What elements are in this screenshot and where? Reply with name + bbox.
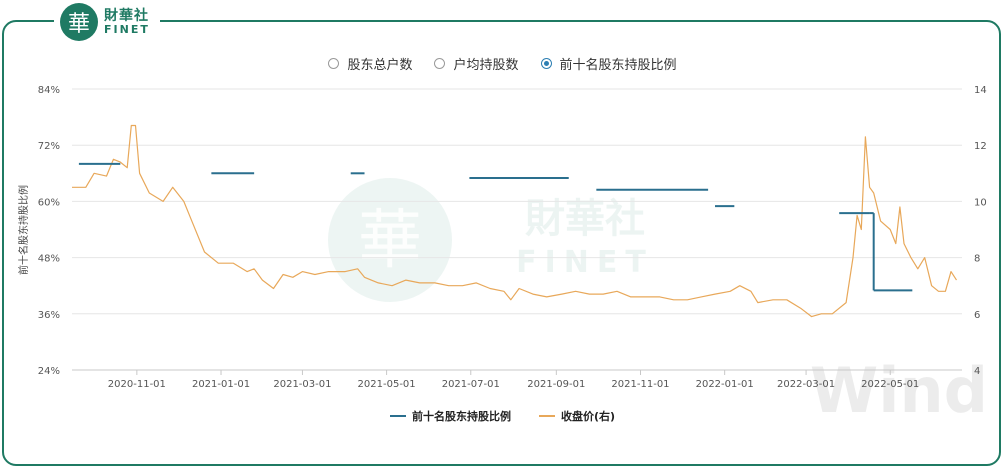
y-left-tick-label: 48%: [38, 254, 60, 265]
legend-label-price: 收盘价(右): [560, 410, 616, 423]
legend-swatch-price: [538, 415, 555, 417]
legend: 前十名股东持股比例 收盘价(右): [0, 408, 1005, 424]
x-tick-label: 2022-03-01: [777, 379, 835, 390]
y-right-tick-label: 8: [974, 254, 980, 265]
legend-label-ratio: 前十名股东持股比例: [411, 410, 511, 423]
x-tick-label: 2021-01-01: [192, 379, 250, 390]
y-left-tick-label: 36%: [38, 310, 60, 321]
axes: 24% 36% 48% 60% 72% 84% 4 6 8 10 12 14 2020-11-01 202…: [17, 85, 987, 390]
y-left-tick-label: 60%: [38, 197, 60, 208]
series-price: [72, 124, 958, 318]
watermark-logo-char: 華: [358, 204, 422, 278]
chart-svg: 華財華社FINETWind 24%36%48%60%72%84%46810121…: [17, 85, 988, 427]
y-left-tick-label: 72%: [38, 141, 60, 152]
y-right-tick-label: 10: [974, 197, 987, 208]
x-tick-label: 2021-09-01: [527, 379, 585, 390]
y-right-tick-label: 6: [974, 310, 980, 321]
gridlines: [72, 88, 962, 371]
y-left-tick-label: 24%: [38, 366, 60, 377]
y-axis-title: 前十名股东持股比例: [17, 185, 30, 275]
x-tick-label: 2020-11-01: [108, 379, 166, 390]
y-left-tick-label: 84%: [38, 85, 60, 96]
legend-item-price[interactable]: 收盘价(右): [538, 408, 616, 424]
price-line: [72, 124, 958, 318]
y-right-tick-label: 12: [974, 141, 987, 152]
series-ratio: [78, 162, 913, 292]
x-tick-label: 2022-05-01: [861, 379, 919, 390]
watermark-name-cn: 財華社: [525, 196, 645, 242]
x-tick-label: 2021-05-01: [358, 379, 416, 390]
legend-swatch-ratio: [389, 415, 406, 417]
x-tick-label: 2021-03-01: [273, 379, 331, 390]
x-tick-label: 2021-11-01: [611, 379, 669, 390]
x-tick-label: 2022-01-01: [696, 379, 754, 390]
legend-item-ratio[interactable]: 前十名股东持股比例: [389, 408, 511, 424]
x-tick-label: 2021-07-01: [442, 379, 500, 390]
y-right-tick-label: 14: [974, 85, 987, 96]
watermark-name-en: FINET: [516, 245, 654, 280]
y-right-tick-label: 4: [974, 366, 980, 377]
